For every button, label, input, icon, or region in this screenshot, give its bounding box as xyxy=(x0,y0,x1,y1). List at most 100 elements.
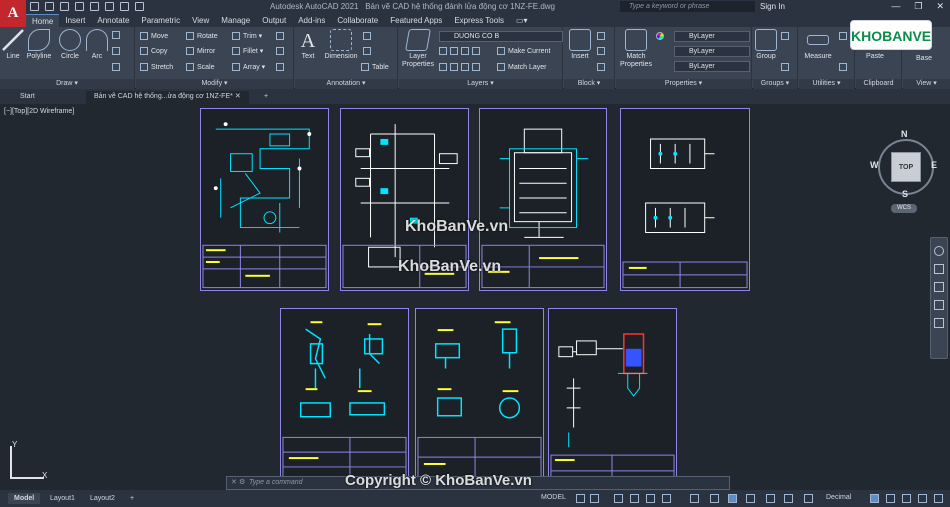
workspace-gear-icon[interactable] xyxy=(784,494,793,503)
tab-output[interactable]: Output xyxy=(256,14,292,27)
layer-dropdown[interactable]: DUONG CO B xyxy=(439,31,563,42)
drawing-sheet-5[interactable] xyxy=(280,308,409,491)
ortho-icon[interactable] xyxy=(614,494,623,503)
modify-panel-label[interactable]: Modify ▾ xyxy=(136,79,293,89)
zoom-icon[interactable] xyxy=(934,282,944,292)
ribbon-toggle-icon[interactable]: ▭▾ xyxy=(510,14,534,27)
utilities-panel-label[interactable]: Utilities ▾ xyxy=(799,79,854,89)
tab-insert[interactable]: Insert xyxy=(59,14,91,27)
app-logo[interactable]: A xyxy=(0,0,26,27)
move-button[interactable]: Move xyxy=(140,32,168,40)
hatch-icon[interactable] xyxy=(112,47,123,55)
annotation-visibility-icon[interactable] xyxy=(766,494,775,503)
minimize-icon[interactable]: — xyxy=(891,1,900,12)
ungroup-icon[interactable] xyxy=(781,32,792,40)
layer-state-icons[interactable] xyxy=(439,47,483,55)
quick-access-toolbar[interactable] xyxy=(30,2,144,11)
drawing-sheet-7[interactable] xyxy=(548,308,677,491)
paste-button[interactable]: Paste xyxy=(860,53,890,60)
layout-tab-layout1[interactable]: Layout1 xyxy=(44,493,81,504)
osnap-icon[interactable] xyxy=(662,494,671,503)
line-button[interactable]: Line xyxy=(2,29,24,60)
rectangle-icon[interactable] xyxy=(112,31,123,39)
viewcube[interactable]: TOP N S E W WCS xyxy=(870,129,941,214)
layer-tools-icons[interactable] xyxy=(439,63,483,71)
tab-add-ins[interactable]: Add-ins xyxy=(292,14,331,27)
command-close-icon[interactable]: ✕ xyxy=(231,477,237,489)
linear-dim-icon[interactable] xyxy=(363,32,374,40)
save-icon[interactable] xyxy=(60,2,69,11)
print-icon[interactable] xyxy=(105,2,114,11)
rotate-button[interactable]: Rotate xyxy=(186,32,218,40)
base-button[interactable]: Base xyxy=(909,55,939,62)
lineweight-icon[interactable] xyxy=(690,494,699,503)
block-attribute-icon[interactable] xyxy=(597,63,608,71)
showmotion-icon[interactable] xyxy=(934,318,944,328)
wcs-menu[interactable]: WCS xyxy=(891,204,917,213)
model-space-toggle[interactable]: MODEL xyxy=(541,494,566,501)
leader-icon[interactable] xyxy=(363,47,374,55)
group-button[interactable]: Group xyxy=(755,29,777,60)
quick-properties-icon[interactable] xyxy=(870,494,879,503)
groups-panel-label[interactable]: Groups ▾ xyxy=(753,79,797,89)
tab-view[interactable]: View xyxy=(186,14,215,27)
annotation-panel-label[interactable]: Annotation ▾ xyxy=(295,79,397,89)
compass-south[interactable]: S xyxy=(902,189,908,199)
view-panel-label[interactable]: View ▾ xyxy=(903,79,950,89)
close-tab-icon[interactable]: ✕ xyxy=(235,93,241,100)
offset-icon[interactable] xyxy=(276,63,287,71)
tab-manage[interactable]: Manage xyxy=(215,14,256,27)
stretch-button[interactable]: Stretch xyxy=(140,63,173,71)
id-point-icon[interactable] xyxy=(839,32,850,40)
polyline-button[interactable]: Polyline xyxy=(26,29,52,60)
tab-parametric[interactable]: Parametric xyxy=(135,14,186,27)
window-controls[interactable]: — ❐ ✕ xyxy=(891,1,944,12)
create-block-icon[interactable] xyxy=(597,32,608,40)
tab-annotate[interactable]: Annotate xyxy=(91,14,135,27)
measure-button[interactable]: Measure xyxy=(801,29,835,60)
copy-button[interactable]: Copy xyxy=(140,47,167,55)
group-edit-icon[interactable] xyxy=(781,63,792,71)
isodraft-icon[interactable] xyxy=(646,494,655,503)
match-layer-button[interactable]: Match Layer xyxy=(497,63,547,71)
fillet-button[interactable]: Fillet ▾ xyxy=(232,47,263,56)
lineweight-dropdown[interactable]: ByLayer xyxy=(674,61,750,72)
save-as-icon[interactable] xyxy=(75,2,84,11)
new-icon[interactable] xyxy=(30,2,39,11)
snap-icon[interactable] xyxy=(590,494,599,503)
array-button[interactable]: Array ▾ xyxy=(232,63,265,72)
sign-in-button[interactable]: Sign In xyxy=(760,2,785,11)
viewcube-top-face[interactable]: TOP xyxy=(891,152,921,182)
command-input[interactable]: Type a command xyxy=(249,477,303,489)
grid-icon[interactable] xyxy=(576,494,585,503)
gradient-icon[interactable] xyxy=(112,63,123,71)
mirror-button[interactable]: Mirror xyxy=(186,47,215,55)
polar-icon[interactable] xyxy=(630,494,639,503)
color-dropdown[interactable]: ByLayer xyxy=(674,31,750,42)
drawing-sheet-4[interactable] xyxy=(620,108,750,291)
arc-button[interactable]: Arc xyxy=(86,29,108,60)
edit-block-icon[interactable] xyxy=(597,47,608,55)
tab-start[interactable]: Start xyxy=(12,91,43,104)
drawing-sheet-6[interactable] xyxy=(415,308,544,491)
add-layout-button[interactable]: + xyxy=(124,493,140,504)
pan-icon[interactable] xyxy=(934,264,944,274)
customization-icon[interactable] xyxy=(934,494,943,503)
isolate-objects-icon[interactable] xyxy=(902,494,911,503)
restore-icon[interactable]: ❐ xyxy=(914,1,922,12)
explode-icon[interactable] xyxy=(276,47,287,55)
block-panel-label[interactable]: Block ▾ xyxy=(564,79,614,89)
redo-icon[interactable] xyxy=(135,2,144,11)
make-current-button[interactable]: Make Current xyxy=(497,47,550,55)
color-wheel-icon[interactable] xyxy=(656,32,667,40)
units-dropdown[interactable]: Decimal xyxy=(826,494,851,501)
scale-button[interactable]: Scale xyxy=(186,63,215,71)
lock-ui-icon[interactable] xyxy=(886,494,895,503)
command-customize-icon[interactable]: ⚙ xyxy=(239,477,245,489)
circle-button[interactable]: Circle xyxy=(58,29,82,60)
new-tab-button[interactable]: + xyxy=(256,91,276,104)
drawing-sheet-1[interactable] xyxy=(200,108,329,291)
tab-home[interactable]: Home xyxy=(26,14,60,27)
close-icon[interactable]: ✕ xyxy=(936,1,944,12)
compass-north[interactable]: N xyxy=(901,129,908,139)
